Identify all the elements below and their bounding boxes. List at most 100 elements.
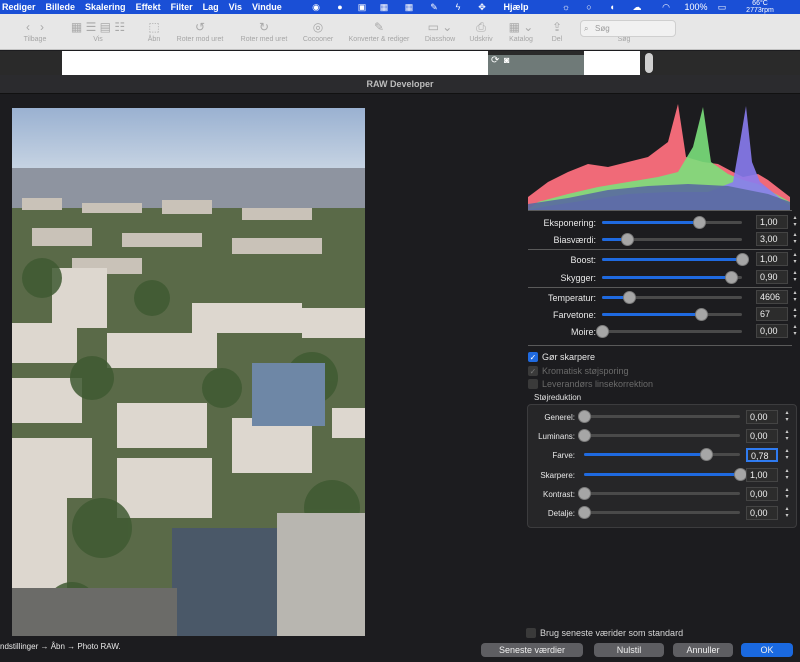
print-button[interactable]: ⎙ Udskriv bbox=[466, 17, 496, 44]
status-circle-icon[interactable]: ◉ bbox=[310, 0, 322, 14]
system-monitor[interactable]: 66°C 2773rpm bbox=[740, 0, 780, 14]
cloud-icon[interactable]: ☁ bbox=[630, 0, 644, 14]
user-icon[interactable]: ● bbox=[334, 0, 346, 14]
noise-contrast-stepper[interactable]: ▴ ▾ bbox=[783, 487, 791, 501]
bias-slider[interactable] bbox=[602, 233, 742, 246]
slider-knob[interactable] bbox=[596, 325, 609, 338]
calendar-icon[interactable]: ▦ bbox=[378, 0, 390, 14]
convert-button[interactable]: ✎ Konverter & rediger bbox=[343, 17, 415, 43]
menu-filter[interactable]: Filter bbox=[166, 2, 198, 12]
noise-detail-stepper[interactable]: ▴ ▾ bbox=[783, 506, 791, 520]
camera-icon[interactable]: ▣ bbox=[356, 0, 368, 14]
slider-knob[interactable] bbox=[578, 487, 591, 500]
use-last-checkbox[interactable]: Brug seneste værider som standard bbox=[526, 627, 683, 639]
view-button[interactable]: ▦ ☰ ▤ ☷ Vis bbox=[60, 17, 136, 43]
dialog-title: RAW Developer bbox=[0, 75, 800, 94]
noise-luminance-value[interactable]: 0,00 bbox=[746, 429, 778, 443]
slideshow-button[interactable]: ▭ ⌄ Diasshow bbox=[422, 17, 458, 43]
noise-reduction-title: Støjreduktion bbox=[534, 393, 582, 402]
noise-general-stepper[interactable]: ▴ ▾ bbox=[783, 410, 791, 424]
boost-slider[interactable] bbox=[602, 253, 749, 266]
menu-billede[interactable]: Billede bbox=[41, 2, 81, 12]
slider-knob[interactable] bbox=[578, 410, 591, 423]
noise-detail-value[interactable]: 0,00 bbox=[746, 506, 778, 520]
boost-value[interactable]: 1,00 bbox=[756, 252, 788, 266]
noise-luminance-stepper[interactable]: ▴ ▾ bbox=[783, 429, 791, 443]
noise-color-stepper[interactable]: ▴ ▾ bbox=[783, 448, 791, 462]
exposure-slider[interactable] bbox=[602, 216, 742, 229]
slider-knob[interactable] bbox=[622, 291, 636, 304]
bias-value[interactable]: 3,00 bbox=[756, 232, 788, 246]
menu-vindue[interactable]: Vindue bbox=[247, 2, 287, 12]
temperature-slider[interactable] bbox=[602, 291, 742, 304]
sharpen-checkbox[interactable]: ✓ Gør skarpere bbox=[528, 351, 595, 363]
menu-rediger[interactable]: Rediger bbox=[0, 2, 41, 12]
battery-icon[interactable]: ▭ bbox=[714, 0, 730, 14]
slider-knob[interactable] bbox=[699, 448, 713, 461]
noise-sharpen-slider[interactable] bbox=[584, 468, 747, 481]
boost-stepper[interactable]: ▴ ▾ bbox=[791, 252, 799, 266]
cancel-button[interactable]: Annuller bbox=[673, 643, 733, 657]
exposure-stepper[interactable]: ▴ ▾ bbox=[791, 215, 799, 229]
slider-knob[interactable] bbox=[692, 216, 706, 229]
lightning-icon[interactable]: ϟ bbox=[452, 0, 464, 14]
moire-value[interactable]: 0,00 bbox=[756, 324, 788, 338]
temperature-stepper[interactable]: ▴ ▾ bbox=[791, 290, 799, 304]
bias-stepper[interactable]: ▴ ▾ bbox=[791, 232, 799, 246]
temperature-value[interactable]: 4606 bbox=[756, 290, 788, 304]
moire-slider[interactable] bbox=[596, 325, 742, 338]
noise-general-value[interactable]: 0,00 bbox=[746, 410, 778, 424]
reset-button[interactable]: Nulstil bbox=[594, 643, 664, 657]
tint-slider[interactable] bbox=[602, 308, 742, 321]
exposure-row: Eksponering: bbox=[528, 215, 596, 231]
noise-color-slider[interactable] bbox=[584, 448, 740, 461]
ok-button[interactable]: OK bbox=[741, 643, 793, 657]
slider-knob[interactable] bbox=[736, 253, 749, 266]
slider-knob[interactable] bbox=[724, 271, 738, 284]
puzzle-icon[interactable]: ✥ bbox=[476, 0, 488, 14]
exposure-value[interactable]: 1,00 bbox=[756, 215, 788, 229]
temperature-label: Temperatur: bbox=[547, 293, 596, 303]
speaker-icon[interactable]: ◖ bbox=[606, 0, 618, 14]
menu-help[interactable]: Hjælp bbox=[496, 0, 536, 14]
slider-knob[interactable] bbox=[621, 233, 635, 246]
tools-icon[interactable]: ✎ bbox=[428, 0, 440, 14]
app-icon[interactable]: ☼ bbox=[560, 0, 572, 14]
open-button[interactable]: ⬚ Åbn bbox=[140, 17, 168, 43]
shadows-slider[interactable] bbox=[602, 271, 742, 284]
noise-sharpen-stepper[interactable]: ▴ ▾ bbox=[783, 468, 791, 482]
wifi-icon[interactable]: ◠ bbox=[660, 0, 672, 14]
tint-stepper[interactable]: ▴ ▾ bbox=[791, 307, 799, 321]
shadows-stepper[interactable]: ▴ ▾ bbox=[791, 270, 799, 284]
noise-sharpen-value[interactable]: 1,00 bbox=[746, 468, 778, 482]
menu-skalering[interactable]: Skalering bbox=[80, 2, 131, 12]
noise-contrast-value[interactable]: 0,00 bbox=[746, 487, 778, 501]
noise-detail-slider[interactable] bbox=[578, 506, 740, 519]
noise-color-value[interactable]: 0,78 bbox=[746, 448, 778, 462]
menu-effekt[interactable]: Effekt bbox=[131, 2, 166, 12]
menu-vis[interactable]: Vis bbox=[224, 2, 247, 12]
search-input[interactable]: ⌕ Søg bbox=[580, 20, 676, 37]
calendar-icon[interactable]: ▦ bbox=[403, 0, 415, 14]
rotate-left-button[interactable]: ↺ Roter mod uret bbox=[172, 17, 228, 43]
cocooner-button[interactable]: ◎ Cocooner bbox=[298, 17, 338, 43]
shadows-value[interactable]: 0,90 bbox=[756, 270, 788, 284]
slider-knob[interactable] bbox=[578, 506, 591, 519]
back-button[interactable]: ‹ › Tilbage bbox=[16, 17, 54, 43]
noise-luminance-slider[interactable] bbox=[578, 429, 740, 442]
filmstrip-scrollbar[interactable] bbox=[645, 53, 653, 73]
tint-value[interactable]: 67 bbox=[756, 307, 788, 321]
slider-knob[interactable] bbox=[695, 308, 709, 321]
share-button[interactable]: ⇪ Del bbox=[546, 17, 568, 43]
moire-stepper[interactable]: ▴ ▾ bbox=[791, 324, 799, 338]
status-icon[interactable]: ○ bbox=[583, 0, 595, 14]
cpu-temp: 66°C bbox=[752, 0, 768, 7]
rotate-right-button[interactable]: ↻ Roter med uret bbox=[236, 17, 292, 43]
menu-lag[interactable]: Lag bbox=[198, 2, 224, 12]
noise-contrast-slider[interactable] bbox=[578, 487, 740, 500]
noise-general-slider[interactable] bbox=[578, 410, 740, 423]
catalog-button[interactable]: ▦ ⌄ Katalog bbox=[506, 17, 536, 43]
slider-knob[interactable] bbox=[578, 429, 591, 442]
thumbnail[interactable]: ⟳ ◙ bbox=[488, 55, 584, 75]
latest-values-button[interactable]: Seneste værdier bbox=[481, 643, 583, 657]
